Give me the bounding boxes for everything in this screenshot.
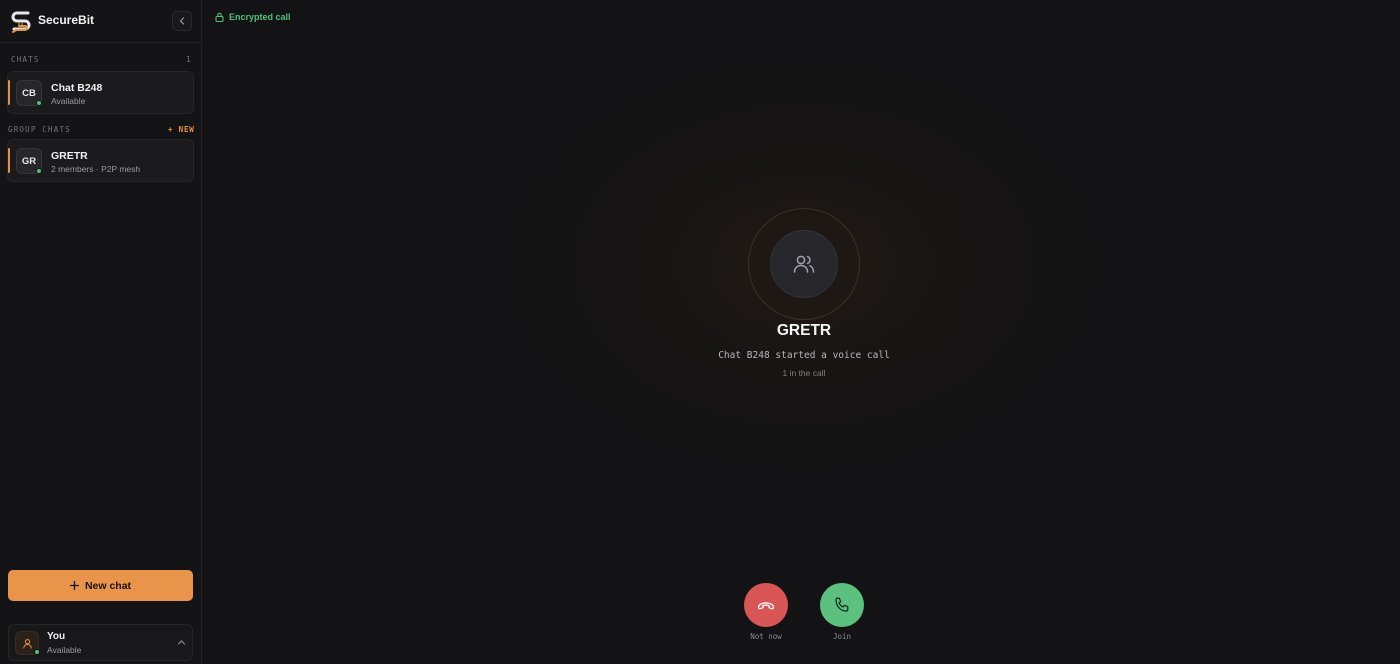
join-label: Join [832,632,852,641]
chats-count: 1 [186,55,191,64]
phone-icon [835,597,849,612]
chat-name: Chat B248 [51,82,103,94]
securebit-logo [11,11,31,33]
phone-hangup-icon [757,602,775,610]
call-participant-count: 1 in the call [782,368,826,378]
app-name: SecureBit [38,13,95,27]
chevron-up-icon [177,640,186,645]
not-now-label: Not now [750,632,782,641]
group-item-gretr[interactable]: GR GRETR 2 members · P2P mesh [7,139,194,182]
collapse-sidebar-button[interactable] [172,11,192,31]
profile-status: Available [47,645,82,655]
group-name: GRETR [51,150,88,162]
encrypted-call-label: Encrypted call [229,12,291,22]
online-status-dot [36,168,42,174]
group-avatar [770,230,838,298]
active-accent-bar [8,80,10,105]
encrypted-call-badge: Encrypted call [215,12,291,22]
group-chats-section-label: GROUP CHATS [8,125,71,134]
brand-header: SecureBit [0,0,201,43]
call-screen: Encrypted call GRETR Chat B248 started a… [202,0,1400,664]
lock-icon [215,12,224,22]
sidebar: SecureBit CHATS 1 CB Chat B248 Available… [0,0,202,664]
active-accent-bar [8,148,10,173]
online-status-dot [34,649,40,655]
join-button[interactable] [820,583,864,627]
group-subtitle: 2 members · P2P mesh [51,164,141,174]
plus-icon [69,581,79,590]
profile-name: You [47,631,66,642]
profile-menu[interactable]: You Available [8,624,193,661]
user-icon [22,638,32,649]
not-now-button[interactable] [744,583,788,627]
new-chat-button[interactable]: New chat [8,570,193,601]
chat-status: Available [51,96,86,106]
chat-item-chat-b248[interactable]: CB Chat B248 Available [7,71,194,114]
chevron-left-icon [179,17,185,25]
chats-section-label: CHATS [11,55,40,64]
new-group-button[interactable]: + NEW [168,125,195,134]
call-group-name: GRETR [776,322,832,339]
users-icon [793,255,815,273]
new-chat-label: New chat [84,579,132,592]
online-status-dot [36,100,42,106]
call-message: Chat B248 started a voice call [718,350,890,361]
